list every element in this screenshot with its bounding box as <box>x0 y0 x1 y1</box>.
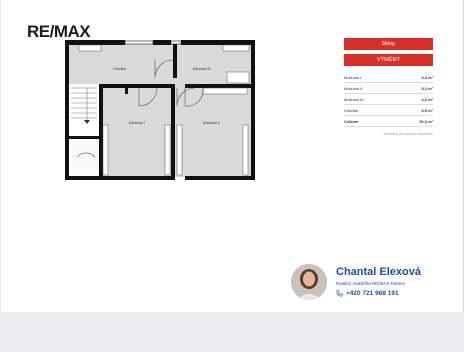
area-value: 5,3 m² <box>397 82 433 94</box>
avatar <box>291 264 327 300</box>
agent-name: Chantal Elexová <box>336 266 421 278</box>
table-row: Místnost II. 5,3 m² <box>344 82 433 94</box>
room-label-mistnost-ii: Místnost II <box>203 121 220 125</box>
agent-phone-number: +420 721 968 191 <box>346 290 399 298</box>
area-label: Chodba <box>344 104 398 116</box>
area-value: 20,3 m² <box>397 115 433 127</box>
area-label: Místnost I. <box>344 72 398 83</box>
area-label: Místnost II. <box>344 82 398 94</box>
table-row-total: Celkem 20,3 m² <box>344 115 433 127</box>
document-page: RE/MAX Chodba Místnost III Místnost I Mí… <box>1 0 464 312</box>
room-label-mistnost-i: Místnost I <box>129 121 145 125</box>
table-row: Místnost I. 6,3 m² <box>344 72 433 83</box>
floor-plan: Chodba Místnost III Místnost I Místnost … <box>65 40 255 180</box>
agent-role: Realitní makléřka RE/MAX Partner <box>336 281 406 286</box>
area-value: 6,3 m² <box>397 72 433 83</box>
area-label: Místnost III. <box>344 93 398 105</box>
floor-button[interactable]: Sklep <box>344 38 433 50</box>
area-value: 6,5 m² <box>397 104 433 116</box>
page-footer <box>0 312 464 352</box>
area-value: 2,2 m² <box>397 93 433 105</box>
table-row: Místnost III. 2,2 m² <box>344 93 433 105</box>
table-row: Chodba 6,5 m² <box>344 104 433 116</box>
room-label-mistnost-iii: Místnost III <box>193 67 211 71</box>
room-label-chodba: Chodba <box>113 67 126 71</box>
phone-icon <box>336 290 343 297</box>
agent-phone[interactable]: +420 721 968 191 <box>336 290 399 297</box>
areas-button[interactable]: VÝMĚRY <box>344 54 433 66</box>
dimensions-note: Rozměry jsou pouze orientační <box>383 132 433 136</box>
info-panel: Sklep VÝMĚRY Místnost I. 6,3 m² Místnost… <box>344 38 433 136</box>
areas-table: Místnost I. 6,3 m² Místnost II. 5,3 m² M… <box>344 72 433 127</box>
area-label: Celkem <box>344 115 398 127</box>
remax-logo: RE/MAX <box>27 22 91 41</box>
